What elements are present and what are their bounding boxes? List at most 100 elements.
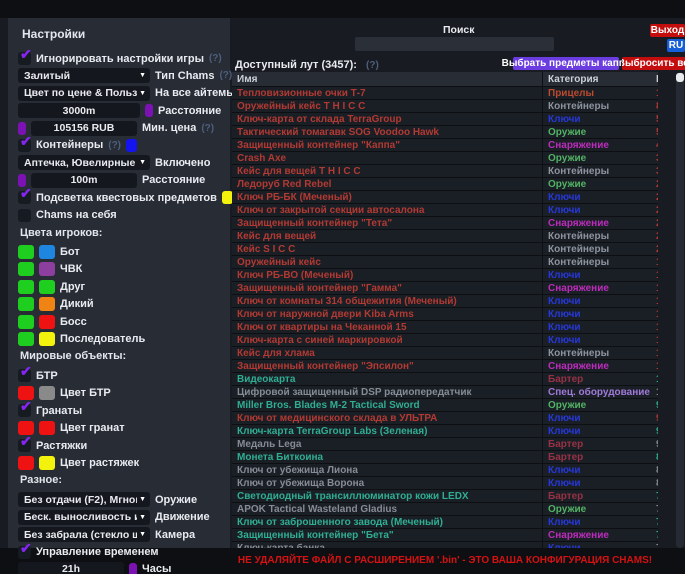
camera-select[interactable]: Без забрала (стекло шлема) ▼ (18, 527, 150, 542)
exit-button[interactable]: Выход (650, 24, 685, 37)
chams-self-checkbox[interactable] (18, 209, 31, 222)
table-row[interactable]: Crash Axe Оружие 3.40kk (232, 152, 658, 165)
table-row[interactable]: Ключ от заброшенного завода (Меченый) Кл… (232, 516, 658, 529)
table-row[interactable]: Защищенный контейнер "Гамма" Снаряжение … (232, 282, 658, 295)
table-row[interactable]: Тактический томагавк SOG Voodoo Hawk Ору… (232, 126, 658, 139)
column-header-price[interactable]: Цена (656, 74, 658, 85)
table-row[interactable]: APOK Tactical Wasteland Gladius Оружие 7… (232, 503, 658, 516)
distance-color-swatch[interactable] (145, 104, 153, 117)
loot-item-name: Кейс для хлама (232, 348, 542, 359)
table-row[interactable]: Ледоруб Red Rebel Оружие 2.75kk (232, 178, 658, 191)
ignore-game-settings-checkbox[interactable]: ✔ (18, 52, 31, 65)
table-row[interactable]: Кейс для вещей T H I C C Контейнеры 3.10… (232, 165, 658, 178)
all-items-select[interactable]: Цвет по цене & Пользователь ▼ (18, 86, 150, 101)
hours-input[interactable] (18, 562, 124, 574)
table-row[interactable]: Miller Bros. Blades M-2 Tactical Sword О… (232, 399, 658, 412)
table-row[interactable]: Ключ от убежища Лиона Ключи 850.0k (232, 464, 658, 477)
table-row[interactable]: Ключ-карта с синей маркировкой Ключи 1.1… (232, 334, 658, 347)
quest-items-checkbox[interactable]: ✔ (18, 191, 31, 204)
table-row[interactable]: Ключ от квартиры на Чеканной 15 Ключи 1.… (232, 321, 658, 334)
player-color-swatch-secondary[interactable] (39, 332, 55, 346)
table-row[interactable]: Ключ-карта от склада TerraGroup Ключи 5.… (232, 113, 658, 126)
table-row[interactable]: Медаль Lega Бартер 900.0k (232, 438, 658, 451)
movement-select[interactable]: Беск. выносливость и нет уста ▼ (18, 510, 150, 525)
min-price-input[interactable] (31, 121, 137, 136)
table-row[interactable]: Оружейный кейс T H I C C Контейнеры 8.40… (232, 100, 658, 113)
tripwires-color-swatch-primary[interactable] (18, 456, 34, 470)
table-row[interactable]: Монета Биткоина Бартер 869.6k (232, 451, 658, 464)
table-row[interactable]: Цифровой защищенный DSP радиопередатчик … (232, 386, 658, 399)
containers-distance-row: Расстояние (18, 173, 224, 188)
loot-item-category: Ключи (542, 542, 656, 548)
table-row[interactable]: Ключ от наружной двери Kiba Arms Ключи 1… (232, 308, 658, 321)
chams-type-value: Залитый (24, 70, 137, 82)
loot-item-category: Снаряжение (542, 282, 656, 294)
loot-item-category: Снаряжение (542, 217, 656, 229)
table-row[interactable]: Ключ-карта банка Ключи 750.0k (232, 542, 658, 548)
loot-item-category: Ключи (542, 321, 656, 333)
hours-color-swatch[interactable] (129, 563, 137, 574)
loot-item-category: Оружие (542, 399, 656, 411)
btr-checkbox[interactable]: ✔ (18, 369, 31, 382)
table-row[interactable]: Защищенный контейнер "Эпсилон" Снаряжени… (232, 360, 658, 373)
player-color-swatch-secondary[interactable] (39, 297, 55, 311)
player-color-swatch-primary[interactable] (18, 280, 34, 294)
loot-item-category: Ключи (542, 334, 656, 346)
tripwires-checkbox[interactable]: ✔ (18, 439, 31, 452)
table-row[interactable]: Ключ от убежища Ворона Ключи 800.0k (232, 477, 658, 490)
tripwires-color-swatch-secondary[interactable] (39, 456, 55, 470)
player-color-swatch-primary[interactable] (18, 332, 34, 346)
player-color-swatch-secondary[interactable] (39, 315, 55, 329)
player-color-swatch-secondary[interactable] (39, 280, 55, 294)
table-row[interactable]: Ключ РБ-БК (Меченый) Ключи 2.58kk (232, 191, 658, 204)
table-row[interactable]: Кейс для хлама Контейнеры 1.11kk (232, 347, 658, 360)
table-row[interactable]: Ключ от медицинского склада в УЛЬТРА Клю… (232, 412, 658, 425)
grenades-color-swatch-secondary[interactable] (39, 421, 55, 435)
select-kappa-items-button[interactable]: Выбрать предметы каппа (513, 57, 619, 70)
grenades-label: Гранаты (36, 405, 82, 417)
distance-input[interactable] (18, 103, 140, 118)
containers-color-swatch[interactable] (126, 139, 137, 152)
containers-mode-select[interactable]: Аптечка, Ювелирные и... ▼ (18, 155, 150, 170)
language-button[interactable]: RU (667, 39, 685, 52)
player-color-swatch-primary[interactable] (18, 315, 34, 329)
column-header-name[interactable]: Имя (232, 74, 542, 85)
scrollbar-thumb[interactable] (676, 73, 684, 82)
table-row[interactable]: Ключ-карта TerraGroup Labs (Зеленая) Клю… (232, 425, 658, 438)
table-row[interactable]: Кейс S I C C Контейнеры 2.05kk (232, 243, 658, 256)
search-input[interactable] (355, 37, 554, 51)
table-row[interactable]: Кейс для вещей Контейнеры 2.08kk (232, 230, 658, 243)
table-row[interactable]: Защищенный контейнер "Тета" Снаряжение 2… (232, 217, 658, 230)
containers-mode-label: Включено (155, 157, 210, 169)
player-color-swatch-primary[interactable] (18, 245, 34, 259)
table-row[interactable]: Светодиодный трансиллюминатор кожи LEDX … (232, 490, 658, 503)
loot-item-price: 2.58kk (656, 192, 658, 203)
grenades-checkbox[interactable]: ✔ (18, 404, 31, 417)
table-row[interactable]: Ключ РБ-ВО (Меченый) Ключи 1.85kk (232, 269, 658, 282)
time-control-checkbox[interactable]: ✔ (18, 546, 31, 559)
settings-panel: Настройки ✔ Игнорировать настройки игры … (8, 18, 230, 548)
table-row[interactable]: Оружейный кейс Контейнеры 1.95kk (232, 256, 658, 269)
table-row[interactable]: Тепловизионные очки Т-7 Прицелы 17.33kk (232, 87, 658, 100)
loot-item-price: 1.17kk (656, 335, 658, 346)
chams-type-select[interactable]: Залитый ▼ (18, 68, 150, 83)
table-row[interactable]: Ключ от комнаты 314 общежития (Меченый) … (232, 295, 658, 308)
column-header-category[interactable]: Категория (542, 72, 656, 86)
table-row[interactable]: Защищенный контейнер "Каппа" Снаряжение … (232, 139, 658, 152)
table-row[interactable]: Защищенный контейнер "Бета" Снаряжение 7… (232, 529, 658, 542)
player-color-swatch-secondary[interactable] (39, 245, 55, 259)
loot-item-price: 850.0k (656, 465, 658, 476)
containers-distance-input[interactable] (31, 173, 137, 188)
loot-item-name: Оружейный кейс (232, 257, 542, 268)
weapon-select[interactable]: Без отдачи (F2), Мгновенное п ▼ (18, 492, 150, 507)
btr-color-swatch-secondary[interactable] (39, 386, 55, 400)
scrollbar-track[interactable] (676, 72, 684, 548)
table-row[interactable]: Видеокарта Бартер 1.06kk (232, 373, 658, 386)
loot-item-price: 1.64kk (656, 296, 658, 307)
player-color-swatch-primary[interactable] (18, 297, 34, 311)
player-color-swatch-primary[interactable] (18, 262, 34, 276)
player-color-swatch-secondary[interactable] (39, 262, 55, 276)
drop-all-button[interactable]: Выбросить все (622, 57, 685, 70)
containers-checkbox[interactable]: ✔ (18, 139, 31, 152)
table-row[interactable]: Ключ от закрытой секции автосалона Ключи… (232, 204, 658, 217)
